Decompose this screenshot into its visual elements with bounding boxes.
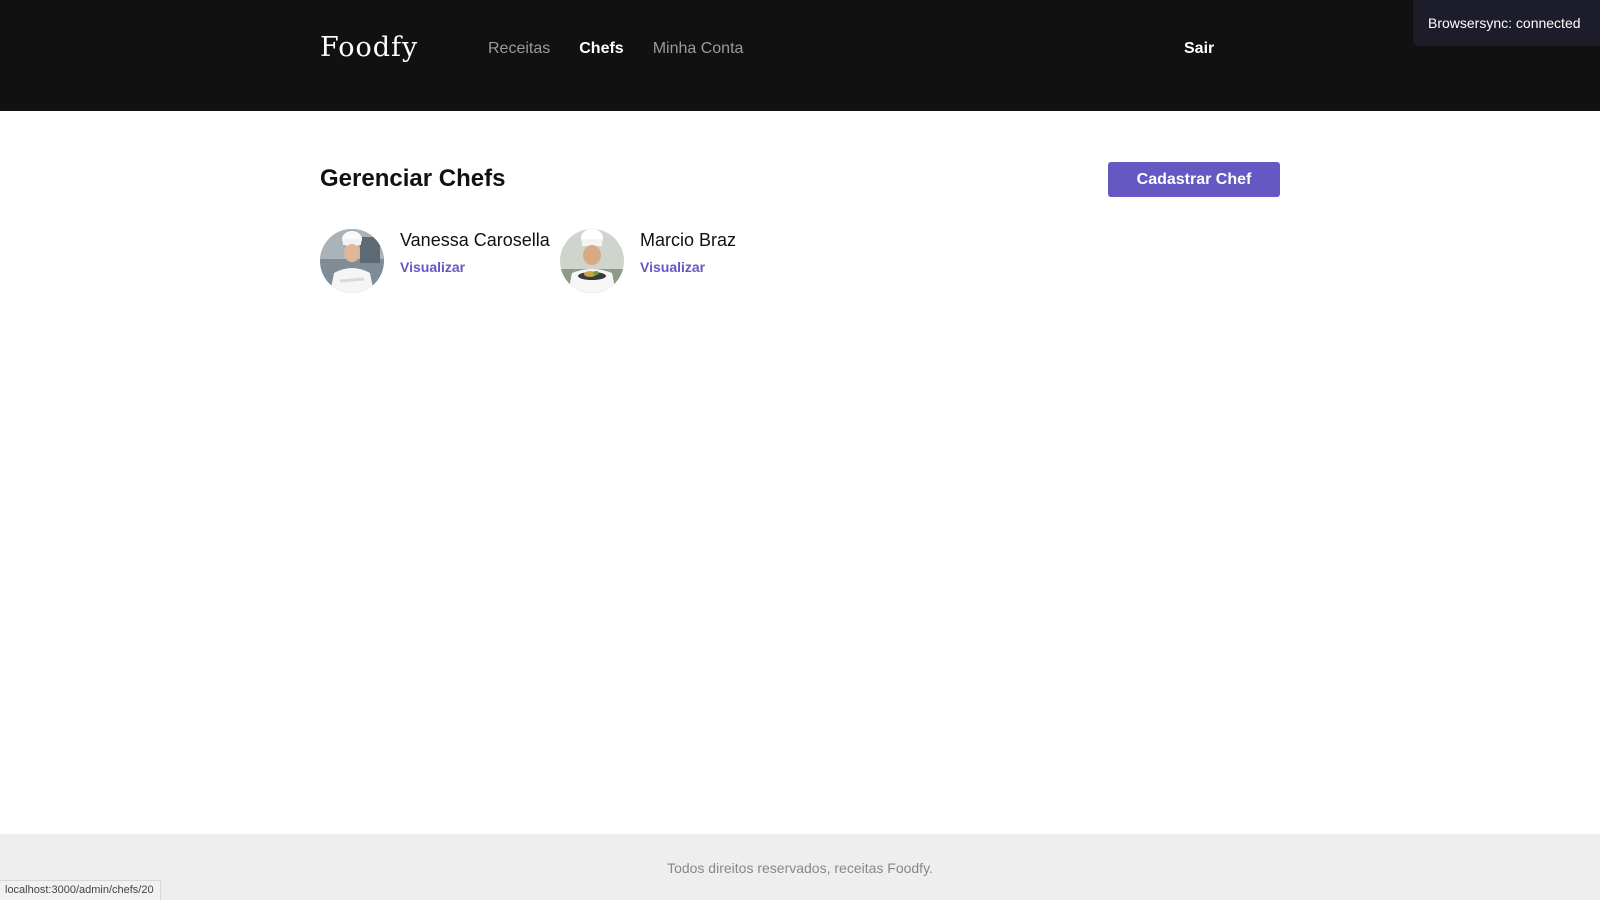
chef-name: Marcio Braz bbox=[640, 230, 737, 250]
create-chef-button[interactable]: Cadastrar Chef bbox=[1108, 162, 1280, 197]
status-bar-url: localhost:3000/admin/chefs/20 bbox=[0, 880, 161, 900]
logout-button[interactable]: Sair bbox=[1184, 40, 1214, 58]
chef-card: Vanessa Carosella Visualizar bbox=[320, 229, 550, 295]
main-nav: Receitas Chefs Minha Conta bbox=[488, 40, 743, 58]
nav-link-minha-conta[interactable]: Minha Conta bbox=[653, 40, 744, 58]
nav-link-receitas[interactable]: Receitas bbox=[488, 40, 550, 58]
page-footer: Todos direitos reservados, receitas Food… bbox=[0, 834, 1600, 900]
view-chef-link[interactable]: Visualizar bbox=[400, 259, 465, 275]
top-header: Foodfy Receitas Chefs Minha Conta Sair bbox=[0, 0, 1600, 111]
foodfy-logo[interactable]: Foodfy bbox=[320, 32, 418, 63]
chef-name: Vanessa Carosella bbox=[400, 230, 550, 250]
chef-avatar bbox=[320, 229, 384, 293]
chef-card: Marcio Braz Visualizar bbox=[560, 229, 760, 295]
page-title: Gerenciar Chefs bbox=[320, 165, 506, 192]
footer-text: Todos direitos reservados, receitas Food… bbox=[667, 860, 933, 876]
nav-link-chefs[interactable]: Chefs bbox=[579, 40, 623, 58]
chef-avatar bbox=[560, 229, 624, 293]
view-chef-link[interactable]: Visualizar bbox=[640, 259, 705, 275]
browsersync-notification: Browsersync: connected bbox=[1413, 0, 1600, 46]
